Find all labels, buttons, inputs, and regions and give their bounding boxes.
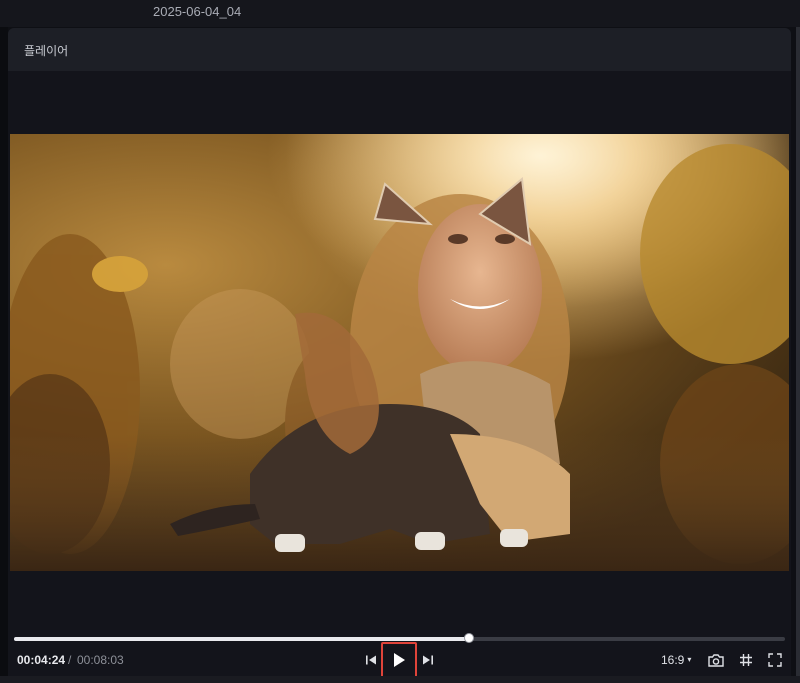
next-frame-icon (423, 655, 433, 665)
aspect-ratio-dropdown[interactable]: 16:9 ▾ (661, 653, 691, 667)
camera-icon (708, 654, 724, 667)
panel-header: 플레이어 (8, 28, 791, 71)
next-frame-button[interactable] (420, 648, 436, 672)
project-title: 2025-06-04_04 (153, 4, 242, 19)
grid-button[interactable] (736, 648, 756, 672)
video-preview[interactable] (10, 134, 789, 571)
left-edge (0, 27, 8, 683)
player-controls: 00:04:24 / 00:08:03 16:9 ▾ (8, 642, 791, 678)
fullscreen-icon (768, 653, 782, 667)
video-frame-art (10, 134, 789, 571)
preview-stage (8, 71, 791, 631)
player-panel: 플레이어 00:04:24 / 00:08:03 16:9 ▾ (8, 28, 791, 683)
total-time: 00:08:03 (77, 653, 124, 667)
play-icon (394, 653, 405, 667)
time-separator: / (68, 653, 72, 667)
chevron-down-icon: ▾ (687, 655, 692, 664)
snapshot-button[interactable] (706, 648, 726, 672)
panel-scrollbar[interactable] (796, 27, 800, 683)
panel-title: 플레이어 (24, 44, 69, 58)
playhead-handle[interactable] (463, 633, 474, 643)
top-bar: 2025-06-04_04 (0, 0, 800, 27)
fullscreen-button[interactable] (765, 648, 785, 672)
grid-icon (740, 654, 752, 666)
previous-frame-button[interactable] (363, 648, 379, 672)
previous-frame-icon (366, 655, 376, 665)
bottom-strip (0, 676, 800, 683)
timeline-progress[interactable] (14, 633, 785, 643)
current-time: 00:04:24 (17, 653, 66, 667)
aspect-ratio-value: 16:9 (661, 653, 685, 667)
play-button[interactable] (381, 642, 417, 678)
progress-fill (14, 637, 469, 641)
